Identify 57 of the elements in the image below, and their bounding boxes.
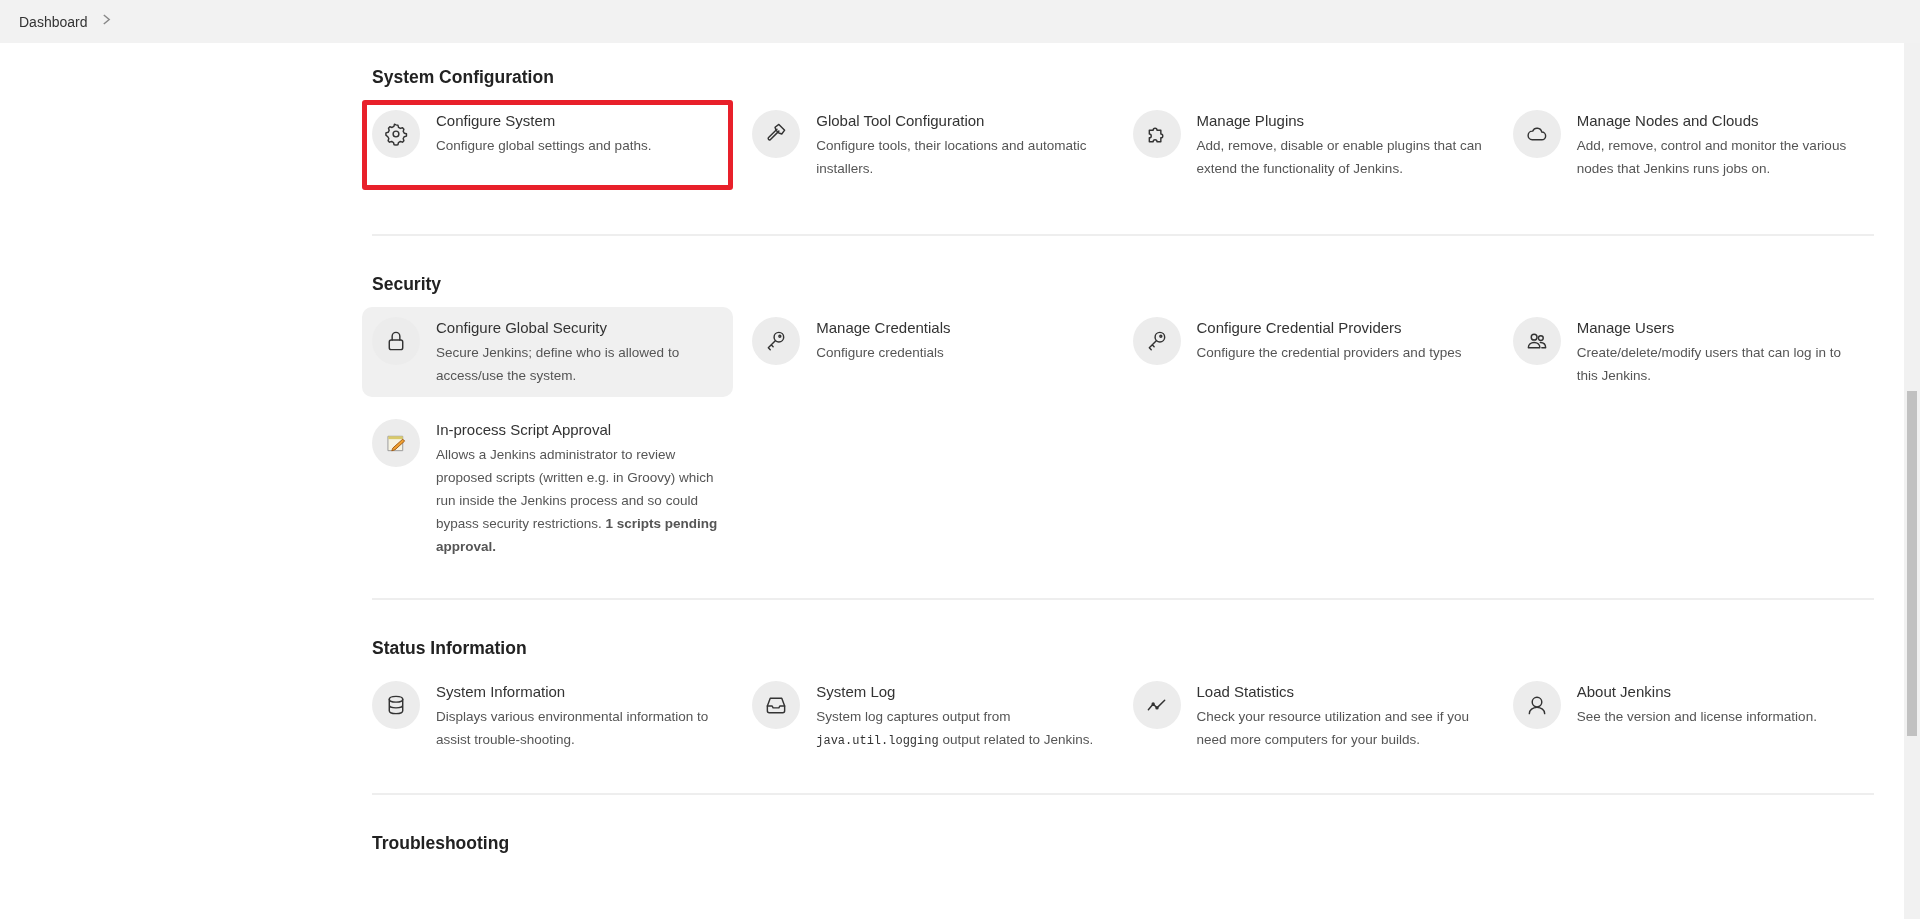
link-title: Load Statistics (1196, 683, 1296, 700)
management-link[interactable]: Manage Users Create/delete/modify users that can log in to this Jenkins. (1502, 307, 1874, 397)
scrollbar[interactable] (1904, 43, 1920, 919)
link-title: Global Tool Configuration (816, 112, 986, 129)
link-title: System Information (436, 683, 567, 700)
link-title: Manage Credentials (816, 319, 951, 336)
key-icon (752, 317, 801, 365)
section-heading: Security (372, 274, 443, 295)
link-description: Check your resource utilization and see if you need more computers for your builds. (1196, 708, 1470, 749)
link-description: Configure global settings and paths. (436, 137, 652, 155)
link-title: System Log (816, 683, 897, 700)
link-description: Add, remove, disable or enable plugins that can extend the functionality of Jenkins. (1196, 137, 1483, 178)
link-title: Configure Global Security (436, 319, 608, 336)
management-link[interactable]: Manage Nodes and Clouds Add, remove, control and monitor the various nodes that Jenkins runs jobs on. (1502, 100, 1874, 190)
breadcrumb-link[interactable]: Dashboard (19, 13, 88, 30)
section-heading: Troubleshooting (372, 833, 511, 854)
link-title: About Jenkins (1576, 683, 1672, 700)
notepad-pencil-icon (372, 419, 420, 467)
link-description: Configure credentials (816, 344, 945, 362)
section-heading: Status Information (372, 638, 528, 659)
link-title: Configure Credential Providers (1196, 319, 1403, 336)
cloud-icon (1512, 110, 1561, 158)
link-title: Manage Users (1576, 319, 1676, 336)
puzzle-piece-icon (1132, 110, 1181, 158)
link-description: Add, remove, control and monitor the various nodes that Jenkins runs jobs on. (1576, 137, 1848, 178)
database-icon (372, 681, 420, 729)
management-link[interactable]: Manage Credentials Configure credentials (742, 307, 1114, 397)
link-description: Allows a Jenkins administrator to review proposed scripts (written e.g. in Groovy) which run inside the Jenkins process and so could bypass security restrictions. 1 scripts pending approval. (436, 446, 719, 556)
inbox-tray-icon (752, 681, 801, 729)
link-description: Secure Jenkins; define who is allowed to access/use the system. (436, 344, 681, 385)
management-link[interactable]: System Log System log captures output from java.util.logging output related to Jenkins. (742, 671, 1114, 763)
link-title: Configure System (436, 112, 557, 129)
section-heading: System Configuration (372, 67, 555, 88)
link-description: System log captures output from java.util.logging output related to Jenkins. (816, 708, 1095, 750)
management-link[interactable]: Global Tool Configuration Configure tools, their locations and automatic installers. (742, 100, 1114, 190)
line-chart-icon (1132, 681, 1181, 729)
link-description: See the version and license information. (1576, 708, 1817, 726)
chevron-icon[interactable] (101, 14, 111, 25)
link-description: Create/delete/modify users that can log in to this Jenkins. (1576, 344, 1842, 385)
link-title: Manage Nodes and Clouds (1576, 112, 1760, 129)
management-link[interactable]: Manage Plugins Add, remove, disable or enable plugins that can extend the functionality of Jenkins. (1122, 100, 1494, 190)
management-link[interactable]: About Jenkins See the version and license information. (1502, 671, 1874, 763)
management-link[interactable]: System Information Displays various environmental information to assist trouble-shooting. (362, 671, 734, 763)
link-title: Manage Plugins (1196, 112, 1306, 129)
link-description: Displays various environmental information to assist trouble-shooting. (436, 708, 710, 749)
management-link[interactable]: Load Statistics Check your resource utilization and see if you need more computers for your builds. (1122, 671, 1494, 763)
key-icon (1132, 317, 1181, 365)
link-description: Configure the credential providers and types (1196, 344, 1462, 362)
management-link[interactable]: Configure Credential Providers Configure the credential providers and types (1122, 307, 1494, 397)
link-title: In-process Script Approval (436, 421, 613, 438)
management-link[interactable]: Configure Global Security Secure Jenkins; define who is allowed to access/use the system. (362, 307, 734, 397)
hammer-icon (752, 110, 801, 158)
management-link[interactable]: Configure System Configure global settings and paths. (362, 100, 734, 190)
users-icon (1512, 317, 1561, 365)
link-description: Configure tools, their locations and automatic installers. (816, 137, 1088, 178)
settings-icon (372, 110, 420, 158)
person-icon (1512, 681, 1561, 729)
